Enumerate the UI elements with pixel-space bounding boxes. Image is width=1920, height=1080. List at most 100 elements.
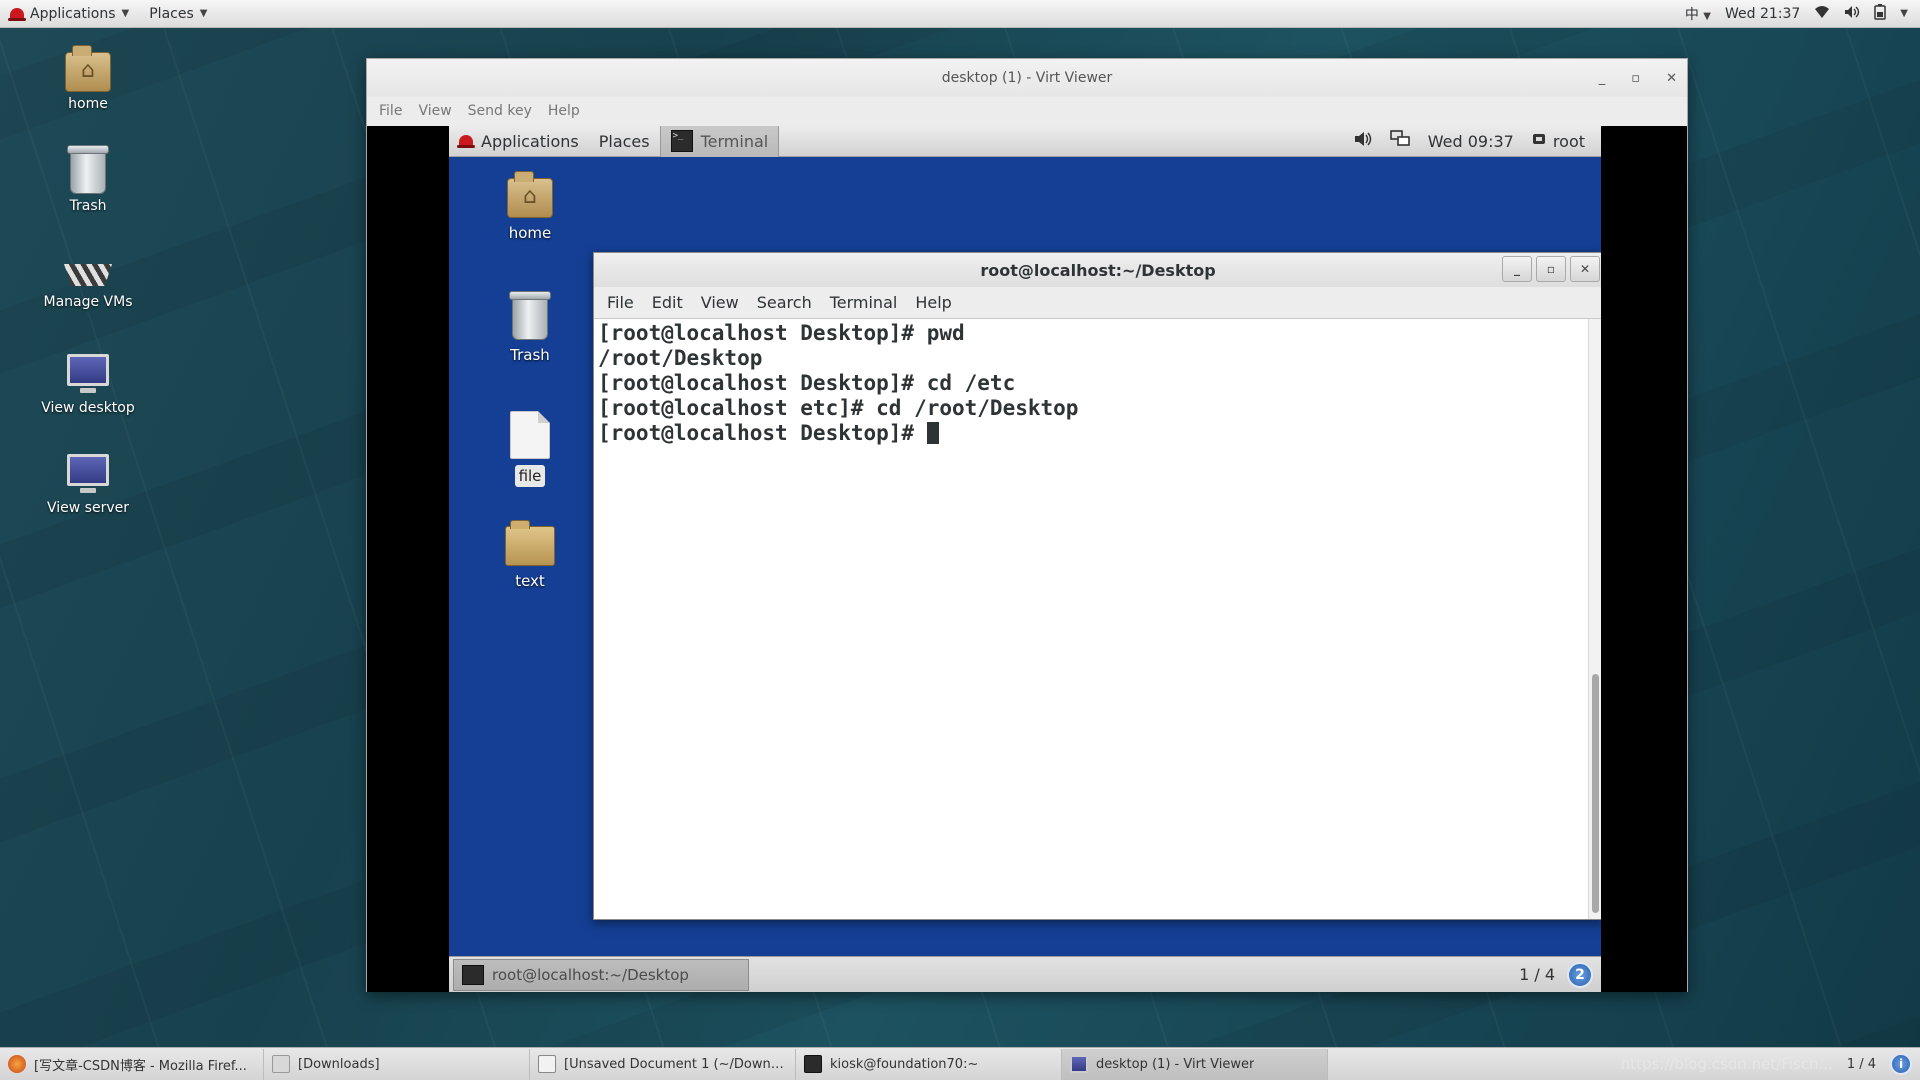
- guest-icon-label: Trash: [510, 346, 550, 364]
- terminal-line: /root/Desktop: [598, 346, 763, 370]
- trash-icon: [67, 145, 109, 194]
- host-icon-label: Manage VMs: [43, 294, 133, 310]
- host-task-text-editor[interactable]: [Unsaved Document 1 (~/Downlo...: [530, 1048, 796, 1080]
- vm-display-area[interactable]: Applications Places >_ Terminal Wed 09:3…: [367, 126, 1687, 992]
- host-clock[interactable]: Wed 21:37: [1725, 6, 1800, 22]
- network-icon[interactable]: [1389, 130, 1410, 152]
- host-applications-menu[interactable]: Applications ▼: [0, 0, 139, 28]
- host-taskbar: [写文章-CSDN博客 - Mozilla Firef... [Download…: [0, 1047, 1920, 1080]
- virt-viewer-menubar: File View Send key Help: [367, 97, 1687, 125]
- chevron-down-icon: ▼: [121, 8, 130, 19]
- host-task-terminal[interactable]: kiosk@foundation70:~: [796, 1048, 1062, 1080]
- maximize-button[interactable]: ▫: [1631, 71, 1640, 86]
- host-task-firefox[interactable]: [写文章-CSDN博客 - Mozilla Firef...: [0, 1048, 264, 1080]
- guest-terminal-tab[interactable]: >_ Terminal: [659, 126, 780, 157]
- guest-applications-menu[interactable]: Applications: [449, 126, 589, 157]
- terminal-titlebar[interactable]: root@localhost:~/Desktop _ ▫ ✕: [594, 253, 1601, 287]
- input-method-label: 中: [1684, 6, 1699, 23]
- battery-icon[interactable]: [1874, 3, 1887, 24]
- minimize-button[interactable]: _: [1599, 71, 1606, 86]
- host-task-label: [Downloads]: [298, 1056, 380, 1072]
- close-button[interactable]: ✕: [1570, 256, 1600, 282]
- terminal-line: [root@localhost Desktop]# cd /etc: [598, 371, 1016, 395]
- trash-icon: [509, 291, 551, 340]
- host-top-panel: Applications ▼ Places ▼ 中 ▼ Wed 21:37 ▼: [0, 0, 1920, 28]
- guest-places-menu[interactable]: Places: [589, 126, 660, 157]
- menu-send-key[interactable]: Send key: [462, 103, 538, 119]
- guest-desktop-icon-home[interactable]: home: [480, 171, 580, 242]
- host-task-virt-viewer[interactable]: desktop (1) - Virt Viewer: [1062, 1048, 1328, 1080]
- host-desktop-icon-view-desktop[interactable]: View desktop: [28, 354, 148, 416]
- menu-edit[interactable]: Edit: [643, 293, 692, 312]
- home-folder-icon: [65, 45, 111, 92]
- guest-desktop[interactable]: Applications Places >_ Terminal Wed 09:3…: [449, 126, 1601, 992]
- host-desktop-icon-view-server[interactable]: View server: [28, 454, 148, 516]
- guest-clock[interactable]: Wed 09:37: [1428, 132, 1514, 151]
- guest-top-panel: Applications Places >_ Terminal Wed 09:3…: [449, 126, 1601, 157]
- terminal-line: [root@localhost Desktop]# pwd: [598, 321, 965, 345]
- terminal-output[interactable]: [root@localhost Desktop]# pwd /root/Desk…: [594, 319, 1588, 919]
- chevron-down-icon: ▼: [1703, 10, 1711, 22]
- host-task-label: desktop (1) - Virt Viewer: [1096, 1056, 1255, 1072]
- terminal-icon: [804, 1055, 822, 1073]
- host-desktop-icon-home[interactable]: home: [28, 45, 148, 112]
- folder-icon: [272, 1055, 290, 1073]
- host-task-label: kiosk@foundation70:~: [830, 1056, 979, 1072]
- chevron-down-icon[interactable]: ▼: [1900, 8, 1908, 19]
- volume-icon[interactable]: [1354, 131, 1372, 151]
- guest-taskbar-item-terminal[interactable]: root@localhost:~/Desktop: [453, 958, 749, 991]
- notification-badge[interactable]: 2: [1567, 961, 1593, 988]
- home-folder-icon: [507, 171, 553, 218]
- monitor-icon: [67, 354, 109, 393]
- redhat-logo-icon: [457, 135, 475, 148]
- watermark-text: https://blog.csdn.net/Fisch...: [1620, 1055, 1833, 1073]
- terminal-menubar: File Edit View Search Terminal Help: [594, 287, 1601, 319]
- terminal-line: [root@localhost etc]# cd /root/Desktop: [598, 396, 1079, 420]
- menu-help[interactable]: Help: [542, 103, 586, 119]
- minimize-button[interactable]: _: [1502, 256, 1532, 282]
- host-task-label: [写文章-CSDN博客 - Mozilla Firef...: [34, 1058, 247, 1074]
- scrollbar-thumb[interactable]: [1592, 674, 1599, 913]
- menu-terminal[interactable]: Terminal: [821, 293, 907, 312]
- virt-viewer-titlebar[interactable]: desktop (1) - Virt Viewer _ ▫ ✕: [367, 59, 1687, 97]
- workspace-pager[interactable]: 1 / 4: [1519, 965, 1555, 984]
- menu-file[interactable]: File: [373, 103, 408, 119]
- guest-bottom-panel: root@localhost:~/Desktop 1 / 4 2: [449, 956, 1601, 992]
- guest-user-menu[interactable]: root: [1532, 132, 1585, 151]
- wifi-icon[interactable]: [1814, 5, 1830, 23]
- guest-desktop-icon-text[interactable]: text: [480, 520, 580, 590]
- menu-view[interactable]: View: [412, 103, 457, 119]
- notification-icon[interactable]: i: [1890, 1053, 1912, 1075]
- volume-icon[interactable]: [1844, 5, 1860, 23]
- input-method-indicator[interactable]: 中 ▼: [1685, 4, 1711, 24]
- host-desktop-icon-manage-vms[interactable]: Manage VMs: [28, 254, 148, 310]
- menu-help[interactable]: Help: [906, 293, 960, 312]
- monitor-icon: [67, 454, 109, 493]
- menu-view[interactable]: View: [692, 293, 748, 312]
- vm-manager-icon: [64, 264, 112, 286]
- host-places-menu[interactable]: Places ▼: [139, 0, 217, 28]
- guest-icon-label: file: [514, 465, 546, 487]
- user-icon: [1532, 132, 1553, 151]
- folder-icon: [505, 520, 555, 566]
- host-workspace-pager[interactable]: 1 / 4: [1847, 1057, 1876, 1072]
- terminal-scrollbar[interactable]: [1588, 319, 1601, 919]
- close-button[interactable]: ✕: [1666, 71, 1677, 86]
- file-icon: [510, 411, 550, 459]
- maximize-button[interactable]: ▫: [1536, 256, 1566, 282]
- menu-search[interactable]: Search: [748, 293, 821, 312]
- host-task-downloads[interactable]: [Downloads]: [264, 1048, 530, 1080]
- guest-icon-label: text: [515, 572, 545, 590]
- guest-places-label: Places: [598, 131, 650, 151]
- window-title: desktop (1) - Virt Viewer: [941, 70, 1113, 86]
- monitor-icon: [1070, 1055, 1088, 1073]
- terminal-icon: >_: [670, 130, 693, 152]
- guest-task-label: root@localhost:~/Desktop: [492, 965, 689, 984]
- terminal-icon: [462, 964, 484, 985]
- guest-desktop-icon-trash[interactable]: Trash: [480, 291, 580, 364]
- guest-desktop-icon-file[interactable]: file: [480, 411, 580, 487]
- terminal-title: root@localhost:~/Desktop: [980, 260, 1216, 280]
- host-applications-label: Applications: [30, 5, 116, 22]
- menu-file[interactable]: File: [598, 293, 643, 312]
- host-desktop-icon-trash[interactable]: Trash: [28, 145, 148, 214]
